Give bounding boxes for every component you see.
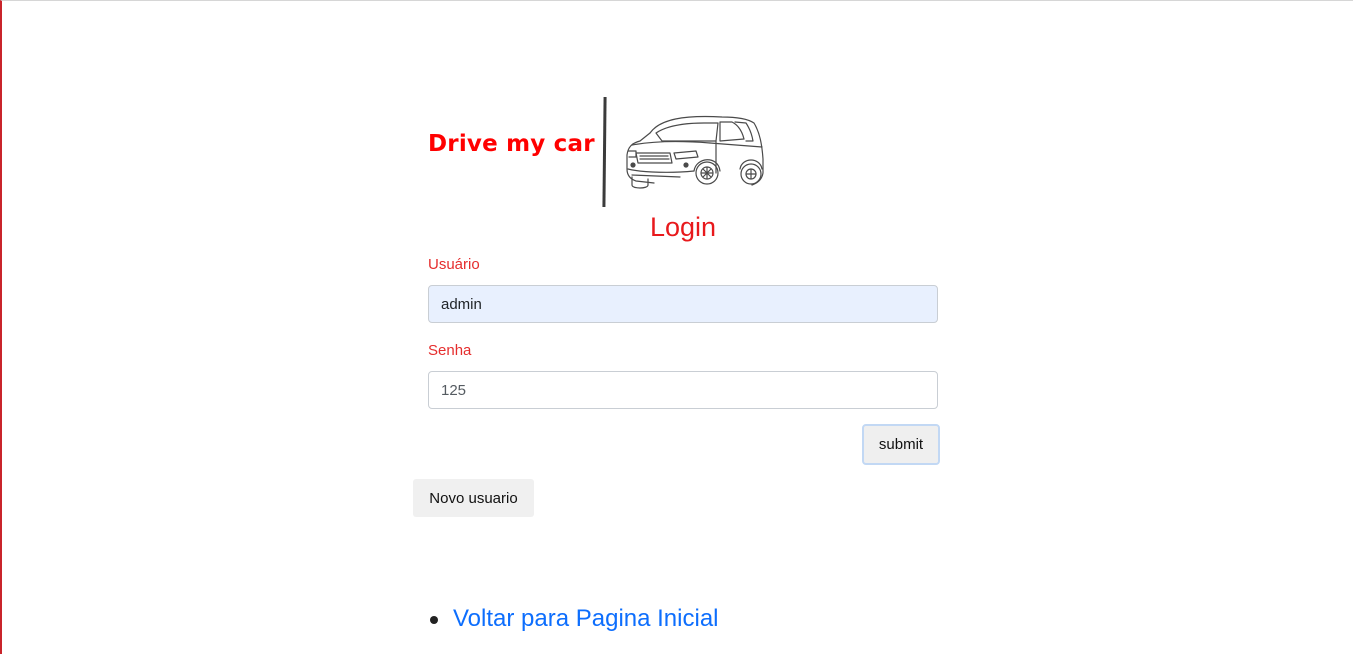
- username-input[interactable]: [428, 285, 938, 323]
- submit-button[interactable]: submit: [862, 424, 940, 465]
- brand-name: Drive my car: [428, 131, 595, 157]
- bullet-icon: [430, 616, 438, 624]
- new-user-button[interactable]: Novo usuario: [413, 479, 534, 517]
- brand-divider: [602, 96, 607, 208]
- password-input[interactable]: [428, 371, 938, 409]
- list-item: Voltar para Pagina Inicial: [428, 603, 719, 635]
- password-label: Senha: [428, 342, 472, 359]
- nav-links: Voltar para Pagina Inicial: [428, 603, 719, 635]
- page: Drive my car Login Usuário admin Senha 1…: [0, 0, 1353, 654]
- brand-header: Drive my car: [428, 96, 788, 208]
- username-label: Usuário: [428, 256, 480, 273]
- login-title: Login: [649, 212, 717, 242]
- home-link[interactable]: Voltar para Pagina Inicial: [453, 605, 719, 632]
- car-icon: [626, 115, 764, 189]
